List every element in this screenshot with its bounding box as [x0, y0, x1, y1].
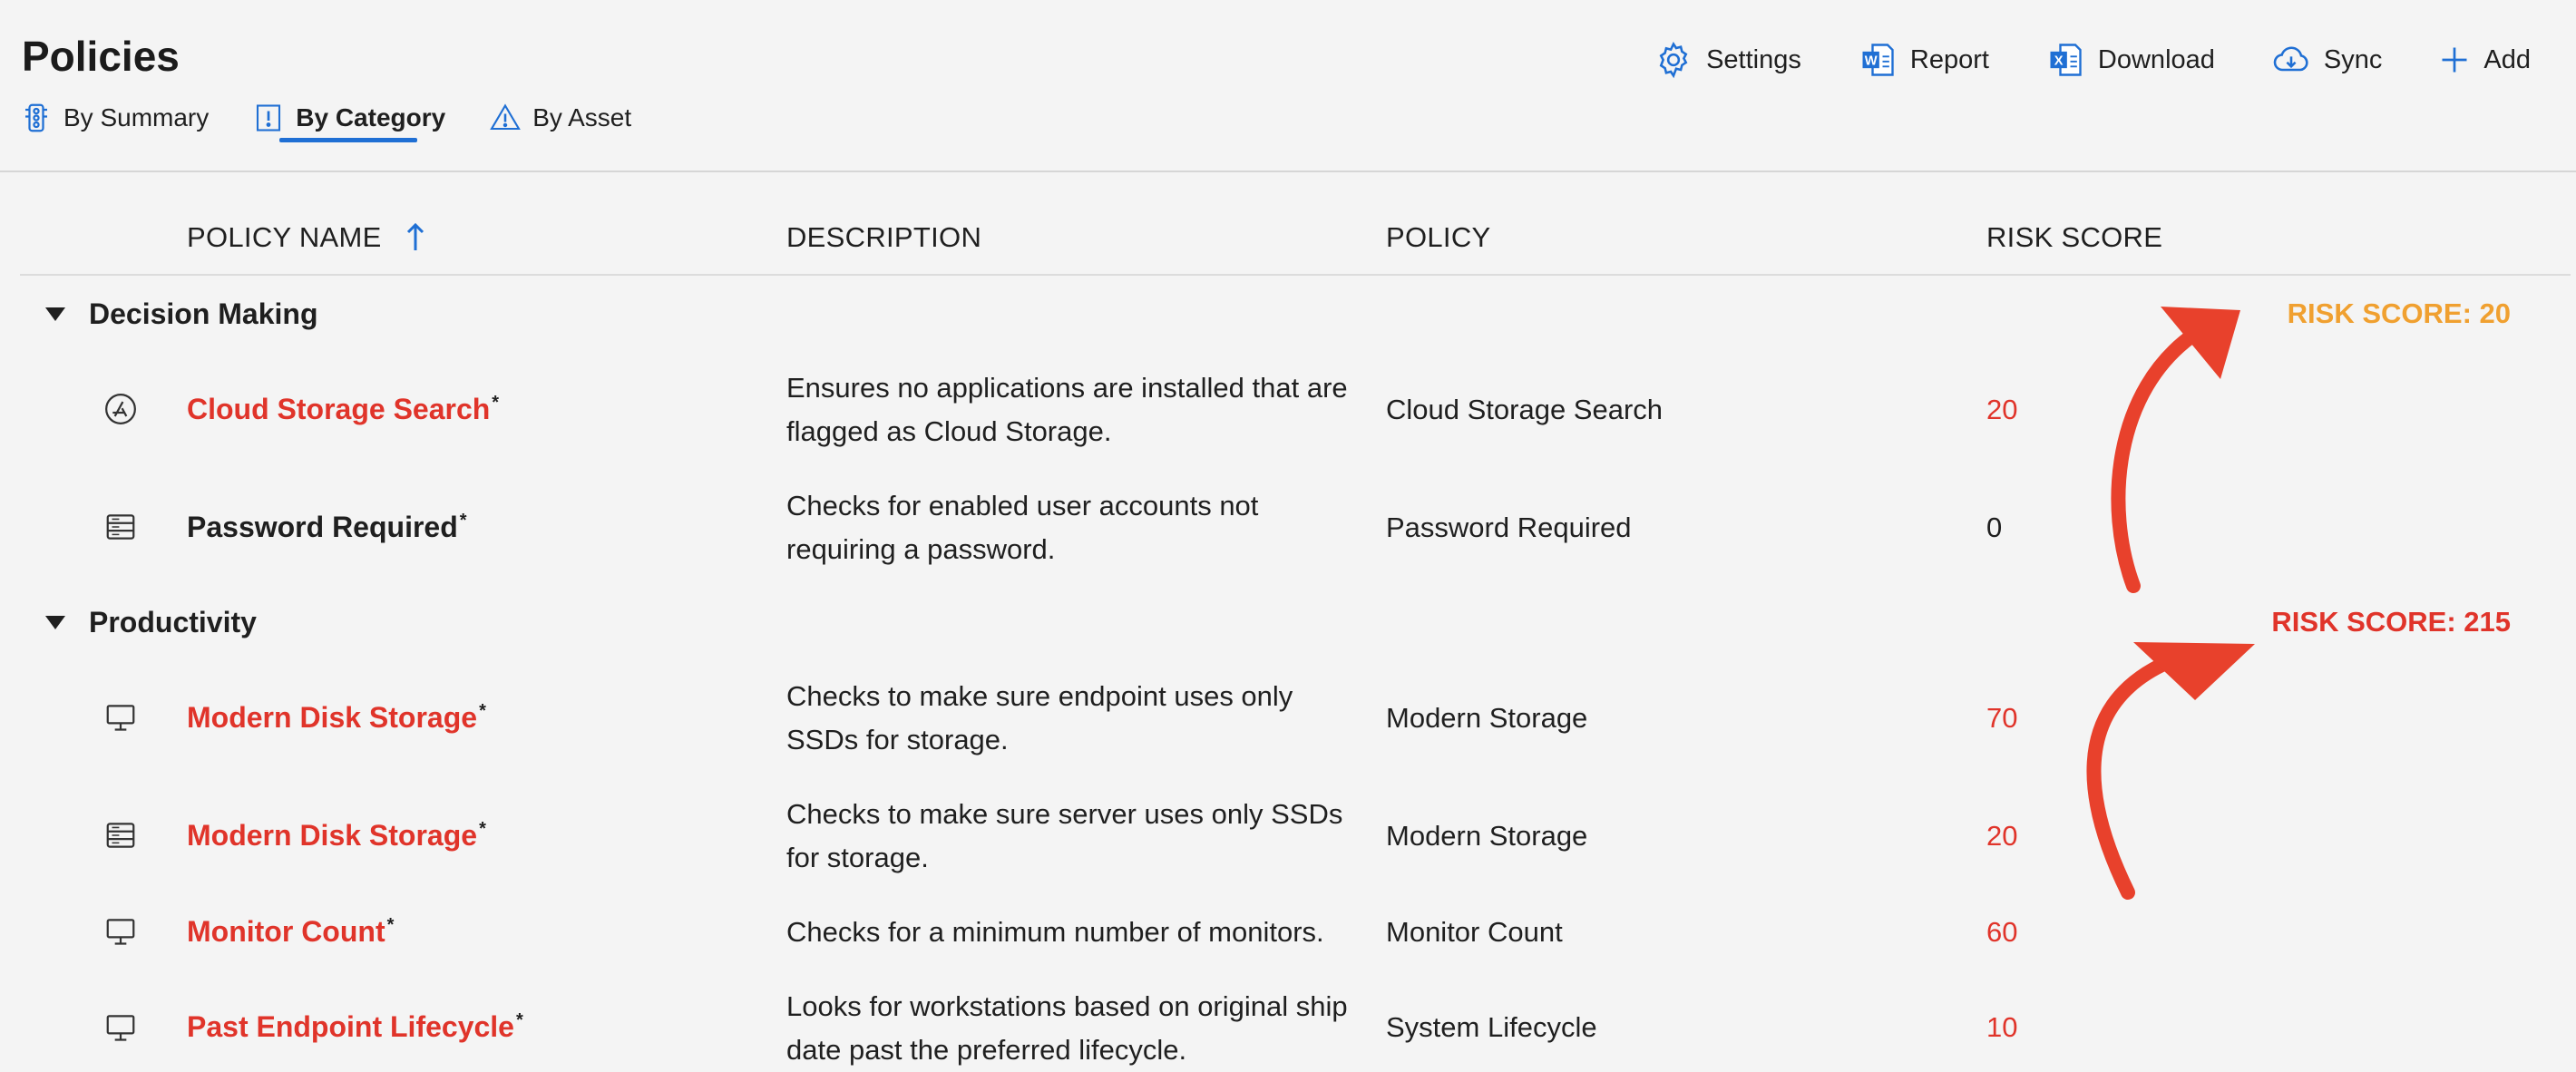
required-mark: *	[492, 393, 500, 414]
server-icon	[106, 823, 135, 848]
policy-type: System Lifecycle	[1386, 1011, 1597, 1043]
policy-name-link[interactable]: Modern Disk Storage *	[187, 701, 486, 735]
group-header-decision-making[interactable]: Decision Making	[45, 297, 318, 331]
gear-icon	[1659, 42, 1688, 79]
policy-type: Password Required	[1386, 512, 1632, 543]
policy-description: Looks for workstations based on original…	[786, 990, 1348, 1066]
report-button[interactable]: W Report	[1858, 40, 1989, 80]
word-document-icon: W	[1862, 44, 1894, 76]
policy-type: Cloud Storage Search	[1386, 394, 1664, 425]
risk-score-value: 20	[1986, 394, 2018, 425]
header-divider	[0, 171, 2576, 172]
toolbar: Settings W Report X Download Sync Add	[1597, 40, 2531, 80]
policy-description: Checks for enabled user accounts not req…	[786, 490, 1259, 565]
policy-name-text: Modern Disk Storage	[187, 701, 478, 734]
policy-name-text: Cloud Storage Search	[187, 393, 491, 425]
svg-text:X: X	[2054, 54, 2064, 69]
column-header-risk-score[interactable]: RISK SCORE	[1986, 221, 2162, 254]
annotation-arrow-productivity	[2086, 642, 2255, 900]
required-mark: *	[459, 511, 467, 531]
app-store-icon	[105, 394, 136, 424]
sync-button[interactable]: Sync	[2271, 40, 2382, 80]
view-tabs: By Summary By Category By Asset	[20, 102, 675, 134]
tab-label: By Asset	[532, 103, 632, 132]
required-mark: *	[479, 701, 486, 722]
group-risk-score: RISK SCORE: 20	[2287, 297, 2511, 329]
monitor-icon	[106, 1015, 135, 1041]
risk-score-value: 60	[1986, 916, 2018, 948]
sync-label: Sync	[2323, 44, 2383, 74]
group-name: Decision Making	[89, 297, 318, 330]
add-label: Add	[2483, 44, 2531, 74]
required-mark: *	[479, 819, 486, 840]
excel-document-icon: X	[2050, 44, 2082, 76]
svg-text:W: W	[1865, 54, 1878, 69]
group-header-productivity[interactable]: Productivity	[45, 606, 257, 639]
column-header-policy[interactable]: POLICY	[1386, 221, 1491, 254]
exclamation-box-icon	[257, 104, 281, 132]
page-title: Policies	[22, 33, 180, 80]
monitor-icon	[106, 705, 135, 731]
settings-label: Settings	[1706, 44, 1801, 74]
risk-score-value: 0	[1986, 512, 2003, 543]
tab-label: By Summary	[63, 103, 210, 132]
report-label: Report	[1909, 44, 1989, 74]
policy-name-link[interactable]: Password Required *	[187, 511, 467, 544]
active-tab-indicator	[279, 138, 417, 142]
tab-by-category[interactable]: By Category	[252, 102, 445, 134]
sort-ascending-icon[interactable]	[405, 221, 425, 252]
risk-score-value: 10	[1986, 1011, 2018, 1043]
group-name: Productivity	[89, 606, 257, 638]
tab-by-summary[interactable]: By Summary	[20, 102, 209, 134]
server-icon	[106, 514, 135, 540]
group-risk-score: RISK SCORE: 215	[2271, 606, 2511, 638]
policy-description: Checks for a minimum number of monitors.	[786, 916, 1324, 948]
collapse-caret-icon[interactable]	[45, 616, 65, 629]
plus-icon	[2442, 47, 2467, 73]
monitor-icon	[106, 919, 135, 945]
tab-by-asset[interactable]: By Asset	[489, 102, 631, 134]
policy-type: Modern Storage	[1386, 702, 1588, 734]
column-header-divider	[20, 274, 2571, 276]
settings-button[interactable]: Settings	[1654, 40, 1801, 80]
policy-name-text: Monitor Count	[187, 915, 385, 948]
column-header-policy-name[interactable]: POLICY NAME	[187, 221, 382, 254]
cloud-download-icon	[2273, 46, 2308, 72]
policy-description: Checks to make sure endpoint uses only S…	[786, 680, 1293, 755]
annotation-arrow-decision-making	[2111, 307, 2240, 593]
add-button[interactable]: Add	[2438, 44, 2531, 76]
traffic-light-icon	[25, 103, 47, 132]
policy-name-link[interactable]: Cloud Storage Search *	[187, 393, 499, 426]
column-header-description[interactable]: DESCRIPTION	[786, 221, 981, 254]
download-button[interactable]: X Download	[2045, 40, 2215, 80]
policy-description: Checks to make sure server uses only SSD…	[786, 798, 1343, 873]
policy-name-text: Password Required	[187, 511, 458, 543]
policy-name-text: Modern Disk Storage	[187, 819, 478, 852]
required-mark: *	[386, 915, 395, 936]
policy-type: Modern Storage	[1386, 820, 1588, 852]
policy-description: Ensures no applications are installed th…	[786, 372, 1348, 447]
policy-name-link[interactable]: Modern Disk Storage *	[187, 819, 486, 853]
required-mark: *	[515, 1010, 523, 1031]
policy-name-text: Past Endpoint Lifecycle	[187, 1010, 514, 1043]
policy-type: Monitor Count	[1386, 916, 1563, 948]
download-label: Download	[2097, 44, 2215, 74]
tab-label: By Category	[296, 103, 446, 132]
risk-score-value: 20	[1986, 820, 2018, 852]
warning-triangle-icon	[490, 103, 522, 131]
policy-name-link[interactable]: Monitor Count *	[187, 915, 394, 949]
policy-name-link[interactable]: Past Endpoint Lifecycle *	[187, 1010, 523, 1044]
risk-score-value: 70	[1986, 702, 2018, 734]
collapse-caret-icon[interactable]	[45, 307, 65, 321]
